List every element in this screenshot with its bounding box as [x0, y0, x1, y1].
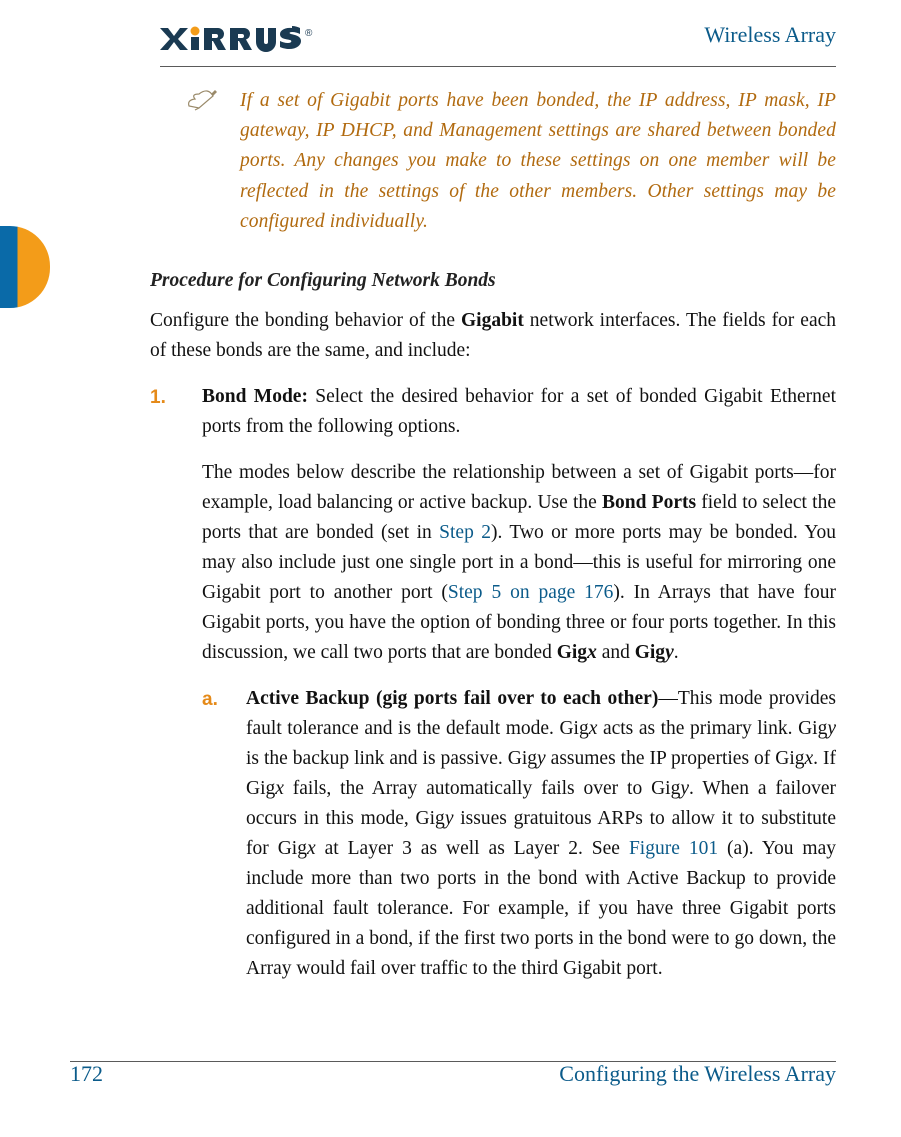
sub-list: a. Active Backup (gig ports fail over to… — [202, 684, 836, 984]
sub-list-marker: a. — [202, 684, 246, 984]
text: assumes the IP properties of Gig — [546, 748, 805, 769]
sub-list-body: Active Backup (gig ports fail over to ea… — [246, 684, 836, 984]
text-italic: x — [307, 838, 316, 859]
link-step-5[interactable]: Step 5 on page 176 — [448, 582, 614, 603]
sub-list-item: a. Active Backup (gig ports fail over to… — [202, 684, 836, 984]
link-figure-101[interactable]: Figure 101 — [629, 838, 718, 859]
xirrus-logo-icon: ® — [160, 26, 313, 57]
text-bold: Bond Mode: — [202, 386, 308, 407]
list-marker: 1. — [150, 382, 202, 984]
page-header: ® Wireless Array — [0, 22, 901, 66]
svg-text:®: ® — [305, 28, 313, 39]
text-bold: Bond Ports — [602, 492, 696, 513]
text: . — [674, 642, 679, 663]
text: and — [597, 642, 635, 663]
note-block: If a set of Gigabit ports have been bond… — [185, 86, 836, 237]
text: is the backup link and is passive. Gig — [246, 748, 537, 769]
page: ® Wireless Array If a set of Gigabit por… — [0, 0, 901, 1137]
text-bold: Gigabit — [461, 310, 524, 331]
page-number: 172 — [70, 1061, 103, 1087]
paragraph: Bond Mode: Select the desired behavior f… — [202, 382, 836, 442]
doc-title: Wireless Array — [704, 22, 836, 48]
pencil-note-icon — [185, 86, 240, 119]
text-italic: y — [680, 778, 689, 799]
header-rule — [160, 66, 836, 67]
paragraph: The modes below describe the relationshi… — [202, 458, 836, 668]
text: Configure the bonding behavior of the — [150, 310, 461, 331]
content-area: Procedure for Configuring Network Bonds … — [150, 266, 836, 984]
note-text: If a set of Gigabit ports have been bond… — [240, 86, 836, 237]
link-step-2[interactable]: Step 2 — [439, 522, 491, 543]
text-italic: x — [805, 748, 814, 769]
text: fails, the Array automatically fails ove… — [284, 778, 680, 799]
list-item: 1. Bond Mode: Select the desired behavio… — [150, 382, 836, 984]
text-italic: x — [275, 778, 284, 799]
text-italic: x — [587, 642, 597, 663]
side-tab-icon — [0, 226, 50, 308]
text-italic: y — [827, 718, 836, 739]
footer-title: Configuring the Wireless Array — [559, 1061, 836, 1087]
text: acts as the primary link. Gig — [597, 718, 827, 739]
text-italic: y — [665, 642, 674, 663]
text-bold: Active Backup (gig ports fail over to ea… — [246, 688, 658, 709]
text-italic: y — [537, 748, 546, 769]
procedure-heading: Procedure for Configuring Network Bonds — [150, 266, 836, 296]
page-footer: 172 Configuring the Wireless Array — [0, 1053, 901, 1093]
text-bold: Gig — [635, 642, 665, 663]
list-body: Bond Mode: Select the desired behavior f… — [202, 382, 836, 984]
text: at Layer 3 as well as Layer 2. See — [316, 838, 629, 859]
intro-paragraph: Configure the bonding behavior of the Gi… — [150, 306, 836, 366]
text: (a). You may include more than two ports… — [246, 838, 836, 979]
numbered-list: 1. Bond Mode: Select the desired behavio… — [150, 382, 836, 984]
text-bold: Gig — [557, 642, 587, 663]
